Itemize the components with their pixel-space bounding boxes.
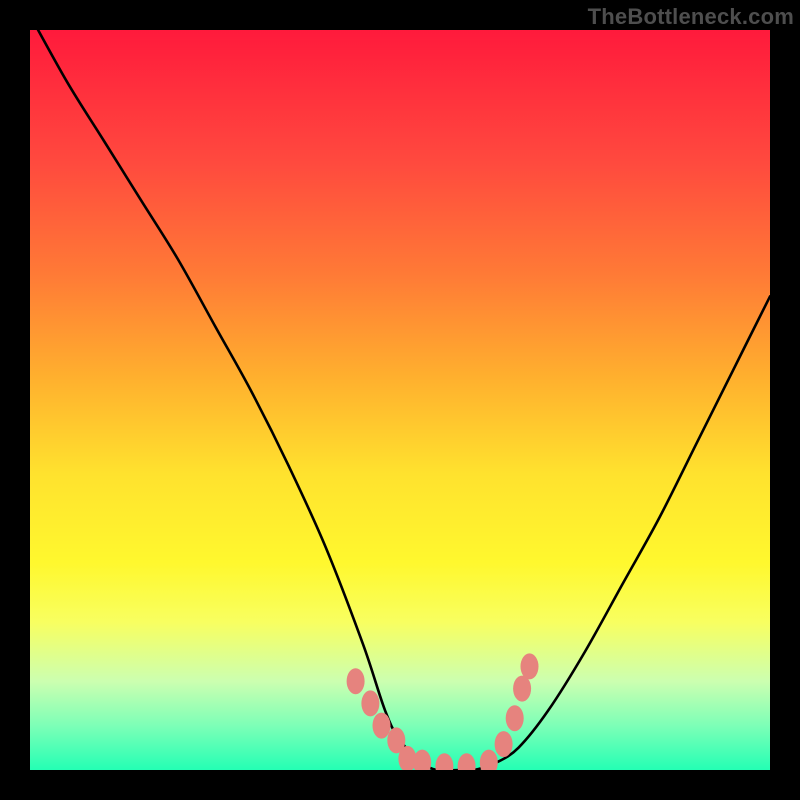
curve-marker	[373, 713, 391, 739]
curve-marker	[495, 731, 513, 757]
curve-marker	[361, 690, 379, 716]
curve-marker	[506, 705, 524, 731]
watermark-text: TheBottleneck.com	[588, 4, 794, 30]
curve-marker	[521, 653, 539, 679]
curve-markers	[347, 653, 539, 770]
chart-frame: TheBottleneck.com	[0, 0, 800, 800]
bottleneck-curve-svg	[30, 30, 770, 770]
curve-marker	[513, 676, 531, 702]
curve-marker	[480, 750, 498, 770]
plot-area	[30, 30, 770, 770]
curve-marker	[413, 750, 431, 770]
curve-marker	[347, 668, 365, 694]
bottleneck-curve	[30, 30, 770, 770]
curve-marker	[435, 753, 453, 770]
curve-marker	[458, 753, 476, 770]
